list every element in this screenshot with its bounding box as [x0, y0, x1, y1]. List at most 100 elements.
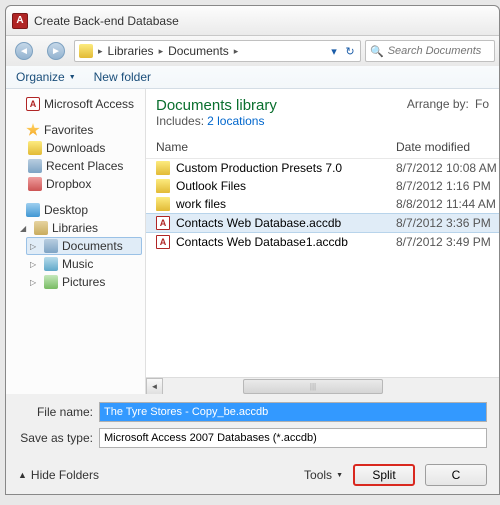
sidebar-favorites-label: Favorites	[44, 123, 93, 137]
save-type-label: Save as type:	[18, 431, 93, 445]
breadcrumb[interactable]: ▸ Libraries ▸ Documents ▸ ▾ ↻	[74, 40, 361, 62]
crumb-libraries[interactable]: Libraries	[106, 44, 156, 58]
crumb-documents[interactable]: Documents	[166, 44, 231, 58]
sidebar-item-label: Documents	[62, 239, 123, 253]
folder-icon	[156, 197, 170, 211]
file-row[interactable]: A Contacts Web Database.accdb 8/7/2012 3:3…	[146, 213, 499, 233]
sidebar-desktop[interactable]: Desktop	[6, 201, 145, 219]
sidebar-app[interactable]: A Microsoft Access	[6, 95, 145, 113]
new-folder-button[interactable]: New folder	[94, 70, 151, 84]
sidebar-desktop-label: Desktop	[44, 203, 88, 217]
chevron-up-icon: ▲	[18, 470, 27, 480]
hide-folders-label: Hide Folders	[31, 468, 99, 482]
file-row[interactable]: Custom Production Presets 7.0 8/7/2012 10…	[146, 159, 499, 177]
refresh-icon[interactable]: ↻	[342, 45, 358, 58]
main-area: A Microsoft Access Favorites Downloads R…	[6, 89, 499, 394]
sidebar-music[interactable]: ▷ Music	[6, 255, 145, 273]
horizontal-scrollbar[interactable]: ◄ |||	[146, 377, 499, 394]
pictures-icon	[44, 275, 58, 289]
file-name-input[interactable]	[99, 402, 487, 422]
music-icon	[44, 257, 58, 271]
back-button[interactable]: ◄	[10, 39, 38, 63]
file-date: 8/7/2012 3:49 PM	[396, 235, 491, 249]
expand-icon: ▷	[30, 260, 40, 269]
sidebar-item-label: Recent Places	[46, 159, 123, 173]
libraries-icon	[34, 221, 48, 235]
file-row[interactable]: work files 8/8/2012 11:44 AM	[146, 195, 499, 213]
file-name: Outlook Files	[176, 179, 246, 193]
bottom-panel: File name: Save as type: ▲ Hide Folders …	[6, 394, 499, 494]
column-headers[interactable]: Name Date modified	[146, 136, 499, 159]
sidebar-favorites[interactable]: Favorites	[6, 121, 145, 139]
dropdown-history-icon[interactable]: ▾	[326, 45, 342, 58]
folder-icon	[156, 161, 170, 175]
split-button[interactable]: Split	[353, 464, 415, 486]
scroll-left-icon[interactable]: ◄	[146, 378, 163, 395]
arrow-left-icon: ◄	[15, 42, 33, 60]
scroll-thumb[interactable]: |||	[243, 379, 383, 394]
hide-folders-button[interactable]: ▲ Hide Folders	[18, 468, 99, 482]
save-type-input[interactable]	[99, 428, 487, 448]
titlebar: A Create Back-end Database	[6, 6, 499, 36]
file-date: 8/7/2012 3:36 PM	[396, 216, 491, 230]
tools-button[interactable]: Tools ▼	[304, 468, 343, 482]
file-name-row: File name:	[18, 402, 487, 422]
arrow-right-icon: ►	[47, 42, 65, 60]
sidebar-pictures[interactable]: ▷ Pictures	[6, 273, 145, 291]
chevron-down-icon: ▼	[336, 472, 343, 479]
file-date: 8/8/2012 11:44 AM	[396, 197, 496, 211]
chevron-down-icon: ▼	[69, 74, 76, 81]
folder-icon	[156, 179, 170, 193]
dropbox-icon	[28, 177, 42, 191]
organize-button[interactable]: Organize ▼	[16, 70, 76, 84]
library-subtitle: Includes: 2 locations	[156, 114, 489, 128]
search-icon: 🔍	[370, 45, 384, 58]
file-date: 8/7/2012 1:16 PM	[396, 179, 491, 193]
sidebar-dropbox[interactable]: Dropbox	[6, 175, 145, 193]
sidebar-downloads[interactable]: Downloads	[6, 139, 145, 157]
file-name: Contacts Web Database1.accdb	[176, 235, 348, 249]
recent-icon	[28, 159, 42, 173]
sidebar-recent[interactable]: Recent Places	[6, 157, 145, 175]
locations-link[interactable]: 2 locations	[207, 114, 264, 128]
accdb-icon: A	[156, 216, 170, 230]
expand-icon: ▷	[30, 278, 40, 287]
documents-icon	[44, 239, 58, 253]
search-box[interactable]: 🔍	[365, 40, 495, 62]
file-name: work files	[176, 197, 226, 211]
tools-label: Tools	[304, 468, 332, 482]
file-name: Contacts Web Database.accdb	[176, 216, 341, 230]
col-date[interactable]: Date modified	[396, 140, 499, 154]
search-input[interactable]	[388, 45, 490, 57]
arrange-by[interactable]: Arrange by: Fo	[407, 97, 489, 111]
app-icon: A	[12, 13, 28, 29]
sidebar-documents[interactable]: ▷ Documents	[26, 237, 142, 255]
file-row[interactable]: A Contacts Web Database1.accdb 8/7/2012 3:…	[146, 233, 499, 251]
content-pane: Arrange by: Fo Documents library Include…	[146, 89, 499, 394]
sidebar: A Microsoft Access Favorites Downloads R…	[6, 89, 146, 394]
organize-label: Organize	[16, 70, 65, 84]
file-name: Custom Production Presets 7.0	[176, 161, 342, 175]
expand-icon: ▷	[30, 242, 40, 251]
file-row[interactable]: Outlook Files 8/7/2012 1:16 PM	[146, 177, 499, 195]
sidebar-libraries[interactable]: ◢ Libraries	[6, 219, 145, 237]
file-name-label: File name:	[18, 405, 93, 419]
sidebar-item-label: Dropbox	[46, 177, 91, 191]
file-date: 8/7/2012 10:08 AM	[396, 161, 497, 175]
accdb-icon: A	[156, 235, 170, 249]
col-name[interactable]: Name	[146, 140, 396, 154]
sidebar-app-label: Microsoft Access	[44, 97, 134, 111]
expand-icon: ◢	[20, 224, 30, 233]
footer: ▲ Hide Folders Tools ▼ Split C	[18, 454, 487, 486]
dialog-window: A Create Back-end Database ◄ ► ▸ Librari…	[5, 5, 500, 495]
save-type-row: Save as type:	[18, 428, 487, 448]
new-folder-label: New folder	[94, 70, 151, 84]
sidebar-item-label: Pictures	[62, 275, 105, 289]
file-list: Custom Production Presets 7.0 8/7/2012 10…	[146, 159, 499, 251]
folder-icon	[79, 44, 93, 58]
forward-button[interactable]: ►	[42, 39, 70, 63]
cancel-button[interactable]: C	[425, 464, 487, 486]
navigation-bar: ◄ ► ▸ Libraries ▸ Documents ▸ ▾ ↻ 🔍	[6, 36, 499, 66]
access-icon: A	[26, 97, 40, 111]
chevron-right-icon: ▸	[95, 46, 106, 57]
